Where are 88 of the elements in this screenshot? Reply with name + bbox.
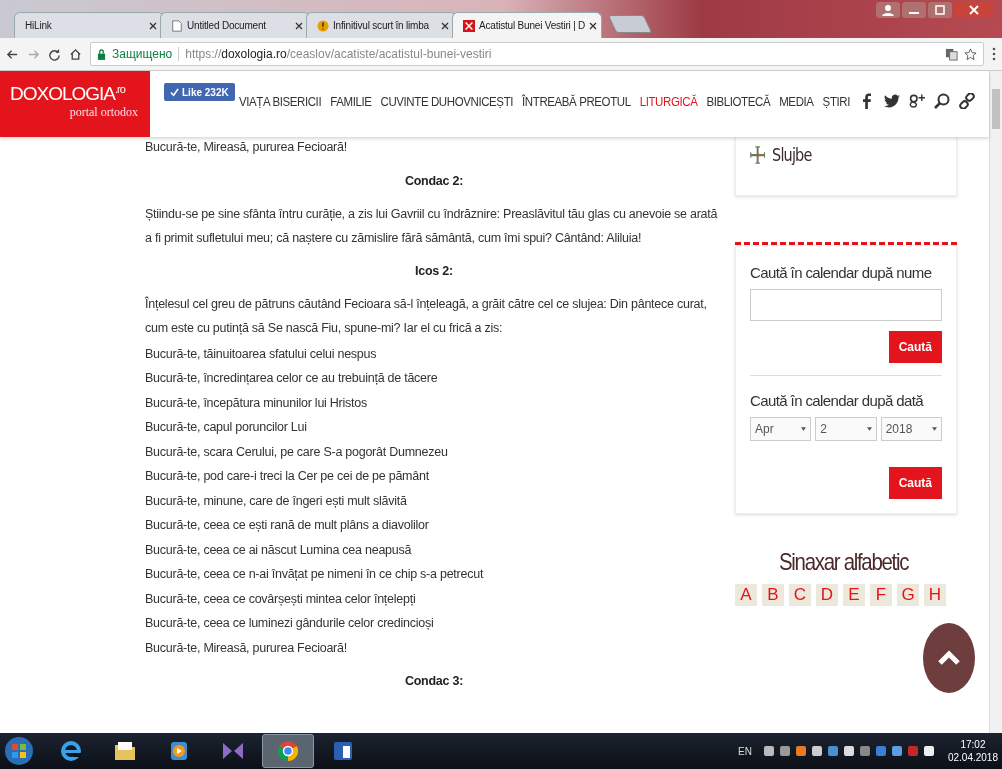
close-icon[interactable]: [441, 21, 449, 30]
like-button[interactable]: Like 232K: [164, 83, 235, 101]
start-button[interactable]: [4, 736, 34, 766]
search-icon[interactable]: [934, 93, 950, 109]
warning-icon: [317, 19, 329, 32]
document-icon: [171, 19, 183, 32]
link-icon[interactable]: [959, 93, 975, 109]
nav-link[interactable]: ÎNTREABĂ PREOTUL: [522, 94, 631, 108]
verse-line: Bucură-te, tăinuitoarea sfatului celui nespus: [145, 345, 378, 363]
search-button[interactable]: Caută: [888, 467, 942, 499]
verse-line: Bucură-te, Mireasă, pururea Fecioară!: [145, 139, 348, 156]
maximize-icon[interactable]: [928, 2, 952, 18]
letter-link[interactable]: G: [897, 584, 919, 606]
letter-link[interactable]: E: [843, 584, 865, 606]
address-field[interactable]: Защищено https://doxologia.ro/ceaslov/acatiste/acatistul-bunei-vestiri: [90, 42, 984, 66]
close-icon[interactable]: [295, 21, 303, 30]
check-icon: [170, 87, 179, 97]
verse-line: Bucură-te, ceea ce covârșești mintea celor înțelepți: [145, 590, 417, 608]
letter-link[interactable]: C: [789, 584, 811, 606]
cross-icon: [750, 146, 766, 164]
nav-link[interactable]: CUVINTE DUHOVNICEȘTI: [380, 94, 514, 108]
verse-line: Bucură-te, capul poruncilor Lui: [145, 419, 308, 436]
verse-line: Bucură-te, ceea ce luminezi gândurile celor credincioși: [145, 615, 435, 632]
verse-line: Bucură-te, începătura minunilor lui Hristos: [145, 394, 368, 412]
chevron-up-icon: [937, 650, 961, 666]
caret-icon: [866, 427, 872, 431]
user-icon[interactable]: [876, 2, 900, 18]
nav-link[interactable]: VIAȚA BISERICII: [239, 94, 322, 108]
paragraph: Înțelesul cel greu de pătruns căutând Fecioara să-l înțeleagă, a grăit către cel ce slujea: Din pântece curat, cum este cu putință să Se nască Fiu, spune-mi? Iar el cu frică a zis:: [145, 295, 708, 337]
globe-e-icon: [59, 739, 83, 763]
star-icon[interactable]: [964, 47, 977, 61]
close-icon[interactable]: [589, 21, 598, 30]
section-heading: Condac 2:: [403, 172, 465, 190]
verse-line: Bucură-te, Mireasă, pururea Fecioară!: [145, 639, 348, 657]
verse-line: Bucură-te, încredințarea celor ce au trebuință de tăcere: [145, 370, 439, 387]
section-heading: Icos 2:: [414, 262, 454, 280]
letter-link[interactable]: D: [816, 584, 838, 606]
search-heading: Caută în calendar după nume: [750, 264, 933, 281]
security-label: Защищено: [112, 47, 173, 61]
search-heading: Caută în calendar după dată: [750, 392, 925, 409]
tray-icons-drawing[interactable]: [763, 746, 934, 756]
url-text: https://doxologia.ro/ceaslov/acatiste/acatistul-bunei-vestiri: [185, 47, 492, 61]
name-field[interactable]: [750, 289, 942, 321]
browser-tab[interactable]: Infinitivul scurt în limba: [306, 12, 456, 38]
menu-icon[interactable]: [992, 47, 996, 61]
services-link[interactable]: Slujbe: [750, 145, 914, 165]
nav-link[interactable]: BIBLIOTECĂ: [706, 94, 771, 108]
site-logo-icon: [463, 19, 475, 32]
letter-link[interactable]: F: [870, 584, 892, 606]
nav-link[interactable]: FAMILIE: [330, 94, 372, 108]
minimize-icon[interactable]: [902, 2, 926, 18]
synaxarion-title: Sinaxar alfabetic: [779, 548, 910, 576]
nav-link[interactable]: MEDIA: [779, 94, 814, 108]
caret-icon: [932, 427, 937, 431]
document-icon: [331, 739, 355, 763]
date-select[interactable]: 2: [815, 417, 877, 441]
close-icon[interactable]: [954, 2, 994, 18]
site-logo[interactable]: DOXOLOGIA$^{.ro}$ portal ortodox: [0, 71, 150, 137]
verse-line: Bucură-te, ceea ce ești rană de mult plâns a diavolilor: [145, 517, 430, 534]
letter-link[interactable]: A: [735, 584, 757, 606]
nav-link[interactable]: LITURGICĂ: [639, 94, 698, 108]
verse-line: Bucură-te, ceea ce n-ai învățat pe nimeni în ce chip s-a petrecut: [145, 566, 485, 583]
search-button[interactable]: Caută: [888, 331, 942, 363]
verse-line: Bucură-te, scara Cerului, pe care S-a pogorât Dumnezeu: [145, 443, 449, 461]
date-select[interactable]: 2018: [880, 417, 942, 441]
letter-link[interactable]: H: [924, 584, 946, 606]
bird-icon[interactable]: [884, 93, 900, 109]
home-icon[interactable]: [69, 47, 82, 61]
verse-line: Bucură-te, ceea ce ai născut Lumina cea neapusă: [145, 541, 413, 559]
scrollbar[interactable]: [989, 71, 1002, 733]
browser-tab[interactable]: Acatistul Bunei Vestiri | D: [452, 12, 602, 38]
google-plus-icon[interactable]: [909, 93, 925, 109]
letter-link[interactable]: B: [762, 584, 784, 606]
caret-icon: [801, 427, 807, 431]
section-heading: Condac 3:: [403, 673, 465, 690]
close-icon[interactable]: [149, 21, 157, 30]
lock-icon: [97, 48, 106, 60]
language-indicator[interactable]: EN: [738, 745, 752, 757]
clock[interactable]: 17:02 02.04.2018: [947, 738, 998, 764]
chrome-icon: [276, 739, 300, 763]
nav-link[interactable]: ȘTIRI: [822, 94, 850, 108]
paragraph: Știindu-se pe sine sfânta întru curăție, a zis lui Gavriil cu îndrăznire: Preaslăvitul tău glas cu anevoie se arată a fi primit sufletului meu; că naștere cu zămislire fără sământă, cum îmi spui? Cântând: Aliluia!: [145, 205, 719, 247]
date-select[interactable]: Apr: [750, 417, 812, 441]
folder-icon: [113, 739, 137, 763]
translate-icon[interactable]: [945, 47, 958, 61]
verse-line: Bucură-te, pod care-i treci la Cer pe cei de pe pământ: [145, 468, 430, 485]
verse-line: Bucură-te, minune, care de îngeri ești mult slăvită: [145, 492, 408, 510]
reload-icon[interactable]: [48, 47, 61, 61]
